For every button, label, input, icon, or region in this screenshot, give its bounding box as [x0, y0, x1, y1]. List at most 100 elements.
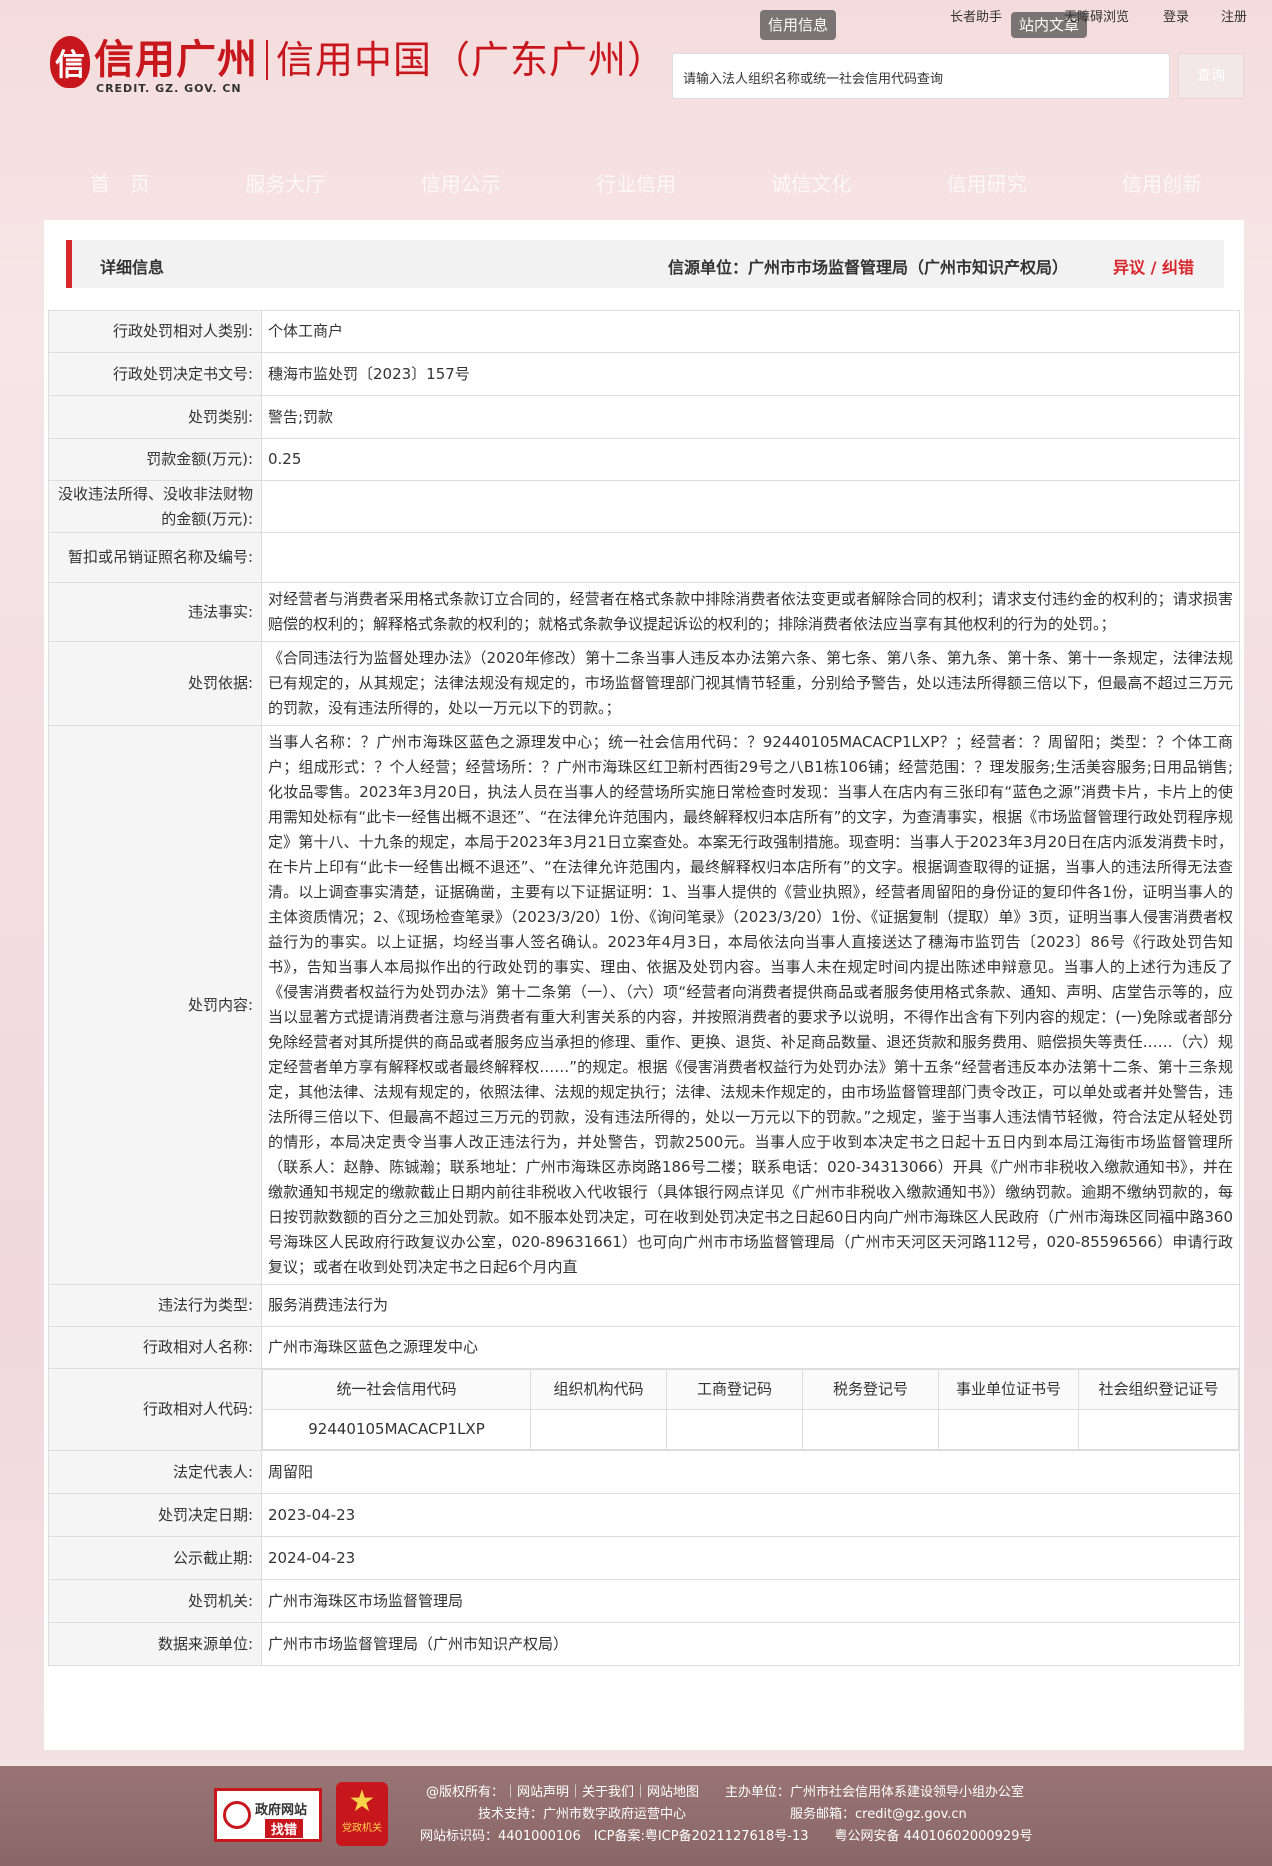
- nav-industry-credit[interactable]: 行业信用: [596, 168, 676, 197]
- logo-divider: [266, 40, 268, 80]
- detail-title-bar: 详细信息 信源单位：广州市市场监督管理局（广州市知识产权局） 异议 / 纠错: [66, 240, 1224, 288]
- row-label: 没收违法所得、没收非法财物的金额(万元):: [48, 480, 262, 533]
- row-value: 周留阳: [261, 1450, 1240, 1494]
- row-value: 服务消费违法行为: [261, 1284, 1240, 1327]
- row-value: 2023-04-23: [261, 1493, 1240, 1537]
- codes-table: 统一社会信用代码 组织机构代码 工商登记码 税务登记号 事业单位证书号 社会组织…: [262, 1369, 1239, 1450]
- row-value: 当事人名称：？广州市海珠区蓝色之源理发中心；统一社会信用代码：？92440105…: [261, 725, 1240, 1285]
- table-row: 违法事实: 对经营者与消费者采用格式条款订立合同的，经营者在格式条款中排除消费者…: [48, 582, 1240, 642]
- nav-service-hall[interactable]: 服务大厅: [245, 168, 325, 197]
- nav-home[interactable]: 首 页: [90, 168, 150, 197]
- party-emblem-icon: ★: [348, 1784, 376, 1819]
- codes-value: [938, 1409, 1079, 1450]
- codes-header: 税务登记号: [802, 1369, 939, 1410]
- magnifier-icon: [223, 1801, 251, 1829]
- table-row: 行政处罚相对人类别: 个体工商户: [48, 310, 1240, 353]
- search-input[interactable]: 请输入法人组织名称或统一社会信用代码查询: [672, 53, 1170, 99]
- row-label: 法定代表人:: [48, 1450, 262, 1494]
- detail-table: 行政处罚相对人类别: 个体工商户 行政处罚决定书文号: 穗海市监处罚〔2023〕…: [48, 310, 1240, 1666]
- footer-info: @版权所有：｜网站声明｜关于我们｜网站地图 主办单位：广州市社会信用体系建设领导…: [420, 1782, 1126, 1848]
- row-label: 处罚决定日期:: [48, 1493, 262, 1537]
- barrier-free-link[interactable]: 无障碍浏览: [1064, 6, 1129, 25]
- codes-value: [802, 1409, 939, 1450]
- gov-website-error-badge[interactable]: 政府网站 找错: [214, 1788, 322, 1842]
- codes-header: 事业单位证书号: [938, 1369, 1079, 1410]
- table-row: 行政相对人名称: 广州市海珠区蓝色之源理发中心: [48, 1326, 1240, 1369]
- table-row: 罚款金额(万元): 0.25: [48, 438, 1240, 481]
- row-label: 违法行为类型:: [48, 1284, 262, 1327]
- party-badge-label: 党政机关: [342, 1823, 382, 1834]
- row-value: [261, 532, 1240, 583]
- row-label: 行政处罚决定书文号:: [48, 352, 262, 396]
- row-label: 罚款金额(万元):: [48, 438, 262, 481]
- login-link[interactable]: 登录: [1163, 6, 1189, 25]
- row-label: 行政处罚相对人类别:: [48, 310, 262, 353]
- row-value: 对经营者与消费者采用格式条款订立合同的，经营者在格式条款中排除消费者依法变更或者…: [261, 582, 1240, 642]
- objection-link[interactable]: 异议 / 纠错: [1113, 254, 1194, 278]
- codes-header: 统一社会信用代码: [262, 1369, 531, 1410]
- codes-header-row: 统一社会信用代码 组织机构代码 工商登记码 税务登记号 事业单位证书号 社会组织…: [262, 1369, 1239, 1410]
- register-link[interactable]: 注册: [1221, 6, 1247, 25]
- site-header: 信 信用广州 信用中国（广东广州） CREDIT. GZ. GOV. CN 信用…: [0, 0, 1272, 196]
- table-row: 法定代表人: 周留阳: [48, 1450, 1240, 1494]
- row-label: 行政相对人名称:: [48, 1326, 262, 1369]
- source-unit: 信源单位：广州市市场监督管理局（广州市知识产权局）: [667, 258, 1068, 277]
- search-button[interactable]: 查询: [1178, 53, 1244, 99]
- row-value: [261, 480, 1240, 533]
- table-row: 违法行为类型: 服务消费违法行为: [48, 1284, 1240, 1327]
- codes-header: 社会组织登记证号: [1078, 1369, 1239, 1410]
- top-links: 长者助手 无障碍浏览 登录 注册: [926, 6, 1247, 25]
- row-value: 统一社会信用代码 组织机构代码 工商登记码 税务登记号 事业单位证书号 社会组织…: [261, 1368, 1240, 1451]
- table-row: 公示截止期: 2024-04-23: [48, 1536, 1240, 1580]
- codes-value: [530, 1409, 667, 1450]
- row-value: 警告;罚款: [261, 395, 1240, 439]
- nav-integrity-culture[interactable]: 诚信文化: [771, 168, 851, 197]
- row-label: 数据来源单位:: [48, 1622, 262, 1666]
- party-gov-badge[interactable]: ★ 党政机关: [336, 1782, 388, 1846]
- codes-value: [1078, 1409, 1239, 1450]
- table-row: 数据来源单位: 广州市市场监督管理局（广州市知识产权局）: [48, 1622, 1240, 1666]
- logo-text: 信用广州 信用中国（广东广州） CREDIT. GZ. GOV. CN: [94, 36, 666, 95]
- table-row: 处罚内容: 当事人名称：？广州市海珠区蓝色之源理发中心；统一社会信用代码：？92…: [48, 725, 1240, 1285]
- codes-header: 工商登记码: [666, 1369, 803, 1410]
- table-row: 没收违法所得、没收非法财物的金额(万元):: [48, 480, 1240, 533]
- table-row: 行政相对人代码: 统一社会信用代码 组织机构代码 工商登记码 税务登记号 事业单…: [48, 1368, 1240, 1451]
- logo-title: 信用广州: [94, 37, 258, 83]
- table-row: 处罚决定日期: 2023-04-23: [48, 1493, 1240, 1537]
- row-label: 违法事实:: [48, 582, 262, 642]
- nav-credit-publicity[interactable]: 信用公示: [421, 168, 501, 197]
- nav-credit-innovation[interactable]: 信用创新: [1122, 168, 1202, 197]
- tab-credit-info[interactable]: 信用信息: [760, 10, 837, 40]
- detail-panel: 详细信息 信源单位：广州市市场监督管理局（广州市知识产权局） 异议 / 纠错 行…: [44, 220, 1244, 1750]
- footer-line-3: 网站标识码：4401000106 ICP备案:粤ICP备2021127618号-…: [420, 1829, 1033, 1844]
- row-value: 0.25: [261, 438, 1240, 481]
- codes-value-row: 92440105MACACP1LXP: [262, 1409, 1239, 1450]
- elder-assistant-link[interactable]: 长者助手: [950, 6, 1002, 25]
- row-label: 处罚内容:: [48, 725, 262, 1285]
- row-value: 广州市市场监督管理局（广州市知识产权局）: [261, 1622, 1240, 1666]
- gov-badge-line1: 政府网站: [255, 1803, 308, 1818]
- logo-domain: CREDIT. GZ. GOV. CN: [96, 82, 242, 95]
- main-nav: 首 页 服务大厅 信用公示 行业信用 诚信文化 信用研究 信用创新: [52, 168, 1232, 197]
- logo-subtitle: 信用中国（广东广州）: [276, 38, 667, 82]
- site-footer: 政府网站 找错 ★ 党政机关 @版权所有：｜网站声明｜关于我们｜网站地图 主办单…: [0, 1766, 1272, 1866]
- row-label: 处罚类别:: [48, 395, 262, 439]
- row-label: 公示截止期:: [48, 1536, 262, 1580]
- row-value: 穗海市监处罚〔2023〕157号: [261, 352, 1240, 396]
- table-row: 处罚依据: 《合同违法行为监督处理办法》（2020年修改）第十二条当事人违反本办…: [48, 641, 1240, 726]
- row-value: 广州市海珠区蓝色之源理发中心: [261, 1326, 1240, 1369]
- row-value: 个体工商户: [261, 310, 1240, 353]
- table-row: 行政处罚决定书文号: 穗海市监处罚〔2023〕157号: [48, 352, 1240, 396]
- detail-title: 详细信息: [100, 258, 165, 277]
- codes-header: 组织机构代码: [530, 1369, 667, 1410]
- row-label: 暂扣或吊销证照名称及编号:: [48, 532, 262, 583]
- codes-value: [666, 1409, 803, 1450]
- nav-credit-research[interactable]: 信用研究: [947, 168, 1027, 197]
- site-logo[interactable]: 信 信用广州 信用中国（广东广州） CREDIT. GZ. GOV. CN: [50, 36, 666, 95]
- row-label: 处罚依据:: [48, 641, 262, 726]
- table-row: 暂扣或吊销证照名称及编号:: [48, 532, 1240, 583]
- footer-line-1: @版权所有：｜网站声明｜关于我们｜网站地图 主办单位：广州市社会信用体系建设领导…: [426, 1785, 1025, 1800]
- table-row: 处罚类别: 警告;罚款: [48, 395, 1240, 439]
- row-label: 处罚机关:: [48, 1579, 262, 1623]
- codes-value: 92440105MACACP1LXP: [262, 1409, 531, 1450]
